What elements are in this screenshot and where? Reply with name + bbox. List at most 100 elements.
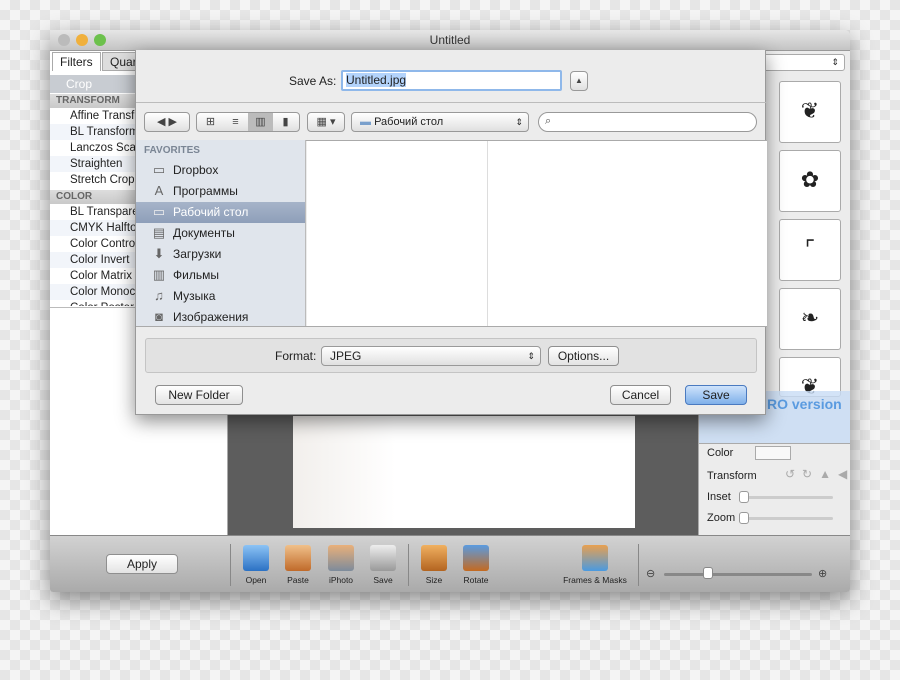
format-value: JPEG [330,349,362,363]
location-text: Рабочий стол [374,116,444,128]
popup-arrows-icon: ⇕ [527,351,535,361]
save-tool-button[interactable]: Save [360,542,406,585]
tab-filters[interactable]: Filters [52,52,101,71]
iphoto-label: iPhoto [328,575,354,585]
zoom-label: Zoom [707,512,736,524]
divider [638,544,639,586]
pro-version-text[interactable]: RO version [767,396,842,412]
open-button[interactable]: Open [233,542,279,585]
minimize-button[interactable] [76,34,88,46]
iphoto-button[interactable]: iPhoto [318,542,364,585]
zoom-in-icon[interactable]: ⊕ [818,567,827,580]
frame-thumb[interactable]: ❦ [779,81,841,143]
frames-label: Frames & Masks [563,575,627,585]
location-popup[interactable]: ▬ Рабочий стол ⇕ [351,112,529,132]
divider [699,443,850,444]
back-forward-buttons[interactable]: ◀ ▶ [144,112,190,132]
paste-icon [285,545,311,571]
save-dialog: Save As: Untitled.jpg ▲ ◀ ▶ ⊞ ≡ ▥ ▮ ▦ ▾ ▬ Р… [135,50,767,415]
rotate-label: Rotate [463,575,489,585]
format-select[interactable]: JPEG ⇕ [321,346,541,366]
pictures-icon: ◙ [155,309,163,324]
sidebar-item-documents[interactable]: ▤ Документы [136,223,305,244]
sidebar-item-applications[interactable]: A Программы [136,181,305,202]
filename-field[interactable]: Untitled.jpg [341,70,562,91]
sidebar-item-downloads[interactable]: ⬇ Загрузки [136,244,305,265]
apply-button[interactable]: Apply [106,554,178,574]
rotate-icon [463,545,489,571]
file-column-1[interactable] [307,141,488,326]
canvas-zoom-thumb[interactable] [703,567,714,579]
filename-text: Untitled.jpg [346,73,407,87]
save-button[interactable]: Save [685,385,747,405]
sidebar-item-dropbox[interactable]: ▭ Dropbox [136,160,305,181]
favorites-sidebar: FAVORITES ▭ Dropbox A Программы ▭ Рабочий с… [136,140,306,326]
favorites-header: FAVORITES [144,145,200,156]
new-folder-button[interactable]: New Folder [155,385,243,405]
list-view-icon: ≡ [232,116,239,128]
desktop-icon: ▭ [152,204,166,219]
view-mode-buttons[interactable]: ⊞ ≡ ▥ ▮ [196,112,300,132]
open-icon [243,545,269,571]
size-button[interactable]: Size [411,542,457,585]
options-button[interactable]: Options... [548,346,619,366]
music-icon: ♫ [154,288,164,303]
size-icon [421,545,447,571]
collapse-button[interactable]: ▲ [570,71,588,91]
frames-masks-button[interactable]: Frames & Masks [555,542,635,585]
coverflow-view-icon: ▮ [282,116,289,128]
divider [136,102,767,103]
frame-thumb[interactable]: ⌜ [779,219,841,281]
color-well[interactable] [755,446,791,460]
file-column-2[interactable] [488,141,767,326]
paste-label: Paste [287,575,309,585]
open-label: Open [245,575,267,585]
transform-icons[interactable]: ↺↻▲◀ [785,467,850,481]
documents-icon: ▤ [152,225,166,240]
canvas-zoom-slider[interactable] [664,567,812,579]
format-label: Format: [275,349,317,363]
folder-icon: ▬ [360,116,371,128]
sidebar-item-desktop[interactable]: ▭ Рабочий стол [136,202,305,223]
inset-slider[interactable] [739,491,833,503]
zoom-slider[interactable] [739,512,833,524]
inset-label: Inset [707,491,731,503]
arrange-button[interactable]: ▦ ▾ [307,112,345,132]
cancel-button[interactable]: Cancel [610,385,671,405]
rotate-button[interactable]: Rotate [453,542,499,585]
paste-button[interactable]: Paste [275,542,321,585]
iphoto-icon [328,545,354,571]
frames-icon [582,545,608,571]
frame-thumb[interactable]: ✿ [779,150,841,212]
bottom-toolbar: Apply Open Paste iPhoto Save Size Rotate… [50,535,850,592]
zoom-slider-thumb[interactable] [739,512,749,524]
window-title: Untitled [429,33,471,47]
frame-thumb[interactable]: ❧ [779,288,841,350]
zoom-out-icon[interactable]: ⊖ [646,567,655,580]
transform-label: Transform [707,470,757,482]
column-view-icon: ▥ [248,113,273,131]
title-bar: Untitled [50,30,850,51]
search-field[interactable]: ⌕ [538,112,757,132]
divider [136,326,767,327]
save-icon [370,545,396,571]
save-as-label: Save As: [289,74,337,88]
search-icon: ⌕ [545,115,552,127]
sidebar-item-pictures[interactable]: ◙ Изображения [136,307,305,326]
divider [230,544,231,586]
image-preview [293,416,635,528]
save-label: Save [373,575,393,585]
folder-icon: ▭ [152,162,166,177]
movies-icon: ▥ [152,267,166,282]
downloads-icon: ⬇ [153,246,165,261]
popup-arrows-icon: ⇕ [515,117,523,127]
applications-icon: A [154,183,164,198]
sidebar-item-music[interactable]: ♫ Музыка [136,286,305,307]
size-label: Size [425,575,443,585]
icon-view-icon: ⊞ [205,116,216,128]
zoom-button[interactable] [94,34,106,46]
sidebar-item-movies[interactable]: ▥ Фильмы [136,265,305,286]
inset-slider-thumb[interactable] [739,491,749,503]
divider [408,544,409,586]
close-button[interactable] [58,34,70,46]
